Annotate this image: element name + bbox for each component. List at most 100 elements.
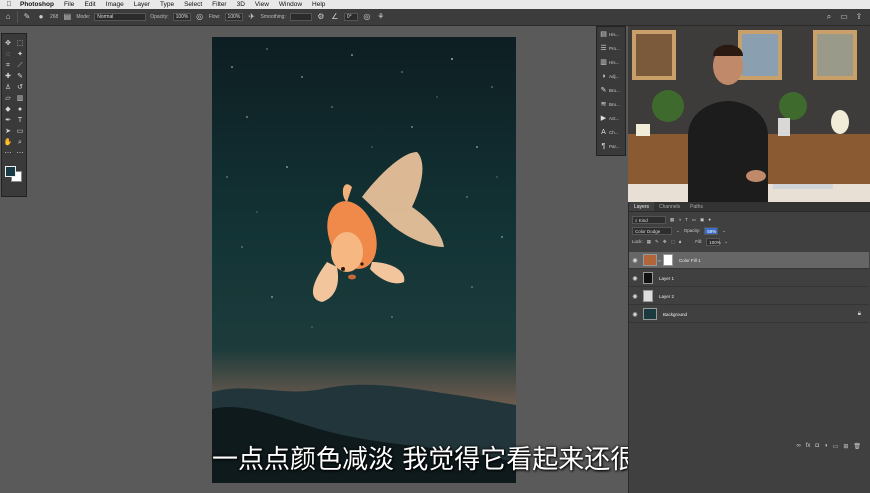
apple-menu-icon[interactable]:  bbox=[0, 1, 18, 8]
lock-position-icon[interactable]: ✥ bbox=[663, 239, 667, 245]
filter-toggle-icon[interactable]: ● bbox=[708, 217, 711, 222]
new-layer-icon[interactable]: ⊞ bbox=[843, 443, 848, 453]
layer-opacity-field[interactable]: 59% bbox=[704, 226, 719, 235]
brush-tool-icon[interactable]: ✎ bbox=[22, 12, 32, 22]
edit-toolbar-icon[interactable]: ⋯ bbox=[2, 148, 14, 159]
panel-history[interactable]: ▤ His... bbox=[597, 27, 625, 41]
delete-layer-icon[interactable]: 🗑︎ bbox=[853, 443, 861, 453]
menu-filter[interactable]: Filter bbox=[207, 1, 231, 8]
filter-kind-select[interactable]: ⌕ Kind bbox=[632, 215, 666, 224]
add-mask-icon[interactable]: ◘ bbox=[815, 443, 819, 453]
filter-type-icon[interactable]: T bbox=[685, 217, 688, 222]
smoothing-settings-icon[interactable]: ⚙ bbox=[316, 12, 326, 22]
layer-mask-thumb[interactable] bbox=[663, 254, 673, 266]
new-adjustment-icon[interactable]: ◑ bbox=[824, 443, 828, 453]
layer-background[interactable]: ◉ Background 🔒︎ bbox=[629, 306, 869, 323]
crop-tool-icon[interactable]: ⌗ bbox=[2, 60, 14, 71]
opacity-dropdown-icon[interactable]: ⌄ bbox=[722, 228, 726, 234]
eraser-tool-icon[interactable]: ▱ bbox=[2, 93, 14, 104]
blend-dropdown-icon[interactable]: ⌄ bbox=[676, 228, 680, 234]
panel-brushes[interactable]: ✎ Bru... bbox=[597, 83, 625, 97]
lock-all-icon[interactable]: 🔒︎ bbox=[679, 239, 681, 244]
symmetry-icon[interactable]: ⚘ bbox=[376, 12, 386, 22]
magic-wand-tool-icon[interactable]: ✦ bbox=[14, 49, 26, 60]
menu-3d[interactable]: 3D bbox=[232, 1, 250, 8]
search-icon[interactable]: ⌕ bbox=[824, 12, 834, 22]
pressure-opacity-icon[interactable]: ◎ bbox=[195, 12, 205, 22]
marquee-tool-icon[interactable]: ⬚ bbox=[14, 38, 26, 49]
menu-type[interactable]: Type bbox=[155, 1, 179, 8]
visibility-icon[interactable]: ◉ bbox=[629, 275, 641, 282]
opacity-field[interactable]: 100% bbox=[172, 13, 191, 21]
type-tool-icon[interactable]: T bbox=[14, 115, 26, 126]
gradient-tool-icon[interactable]: ▥ bbox=[14, 93, 26, 104]
mode-select[interactable]: Normal bbox=[94, 13, 147, 21]
flow-field[interactable]: 100% bbox=[224, 13, 243, 21]
menu-image[interactable]: Image bbox=[101, 1, 129, 8]
panel-character[interactable]: A Ch... bbox=[597, 125, 625, 139]
menu-file[interactable]: File bbox=[59, 1, 79, 8]
panel-brush-settings[interactable]: ≋ Bru... bbox=[597, 97, 625, 111]
filter-smart-icon[interactable]: ▣ bbox=[700, 217, 704, 223]
new-group-icon[interactable]: ▭ bbox=[833, 443, 839, 453]
lasso-tool-icon[interactable]: ◌ bbox=[2, 49, 14, 60]
lock-artboard-icon[interactable]: ⬚ bbox=[671, 239, 675, 245]
menu-edit[interactable]: Edit bbox=[79, 1, 100, 8]
workspace-icon[interactable]: ▭ bbox=[839, 12, 849, 22]
tab-paths[interactable]: Paths bbox=[685, 202, 708, 211]
angle-field[interactable]: 0° bbox=[343, 13, 358, 21]
share-icon[interactable]: ⇪ bbox=[854, 12, 864, 22]
menu-layer[interactable]: Layer bbox=[129, 1, 155, 8]
brush-preset-icon[interactable]: ● bbox=[36, 12, 46, 22]
pressure-size-icon[interactable]: ◎ bbox=[362, 12, 372, 22]
panel-paragraph[interactable]: ¶ Par... bbox=[597, 139, 625, 153]
document-canvas[interactable] bbox=[212, 37, 516, 483]
filter-pixel-icon[interactable]: ▦ bbox=[670, 217, 674, 223]
link-layers-icon[interactable]: ∞ bbox=[796, 443, 800, 453]
brush-panel-icon[interactable]: ▤ bbox=[62, 12, 72, 22]
hand-tool-icon[interactable]: ✋ bbox=[2, 137, 14, 148]
filter-shape-icon[interactable]: ▭ bbox=[692, 217, 696, 223]
menu-help[interactable]: Help bbox=[307, 1, 330, 8]
panel-properties[interactable]: ☰ Pro... bbox=[597, 41, 625, 55]
move-tool-icon[interactable]: ✥ bbox=[2, 38, 14, 49]
airbrush-icon[interactable]: ✈ bbox=[247, 12, 257, 22]
tab-layers[interactable]: Layers bbox=[629, 202, 655, 211]
visibility-icon[interactable]: ◉ bbox=[629, 257, 641, 264]
blur-tool-icon[interactable]: ◆ bbox=[2, 104, 14, 115]
lock-transparent-icon[interactable]: ▦ bbox=[647, 239, 651, 245]
lock-image-icon[interactable]: ✎ bbox=[655, 239, 659, 245]
blend-mode-select[interactable]: Color Dodge bbox=[632, 226, 672, 235]
layer-style-icon[interactable]: fx bbox=[806, 443, 811, 453]
fill-field[interactable]: 100% bbox=[706, 237, 721, 246]
layer-color-fill-1[interactable]: ◉ ∞ Color Fill 1 bbox=[629, 252, 869, 269]
zoom-tool-icon[interactable]: ⌕ bbox=[14, 137, 26, 148]
tab-channels[interactable]: Channels bbox=[654, 202, 685, 211]
pen-tool-icon[interactable]: ✒ bbox=[2, 115, 14, 126]
menu-window[interactable]: Window bbox=[274, 1, 307, 8]
fill-dropdown-icon[interactable]: ⌄ bbox=[724, 239, 728, 245]
panel-adjustments[interactable]: ◑ Adj... bbox=[597, 69, 625, 83]
visibility-icon[interactable]: ◉ bbox=[629, 311, 641, 318]
brush-tool-icon[interactable]: ✎ bbox=[14, 71, 26, 82]
stamp-tool-icon[interactable]: ♙ bbox=[2, 82, 14, 93]
panel-histogram[interactable]: ▥ His... bbox=[597, 55, 625, 69]
panel-actions[interactable]: ▶ Act... bbox=[597, 111, 625, 125]
history-brush-tool-icon[interactable]: ↺ bbox=[14, 82, 26, 93]
path-selection-tool-icon[interactable]: ➤ bbox=[2, 126, 14, 137]
menu-select[interactable]: Select bbox=[179, 1, 207, 8]
eyedropper-tool-icon[interactable]: ⟋ bbox=[14, 60, 26, 71]
brush-size[interactable]: 268 bbox=[50, 14, 58, 20]
layer-layer-2[interactable]: ◉ Layer 2 bbox=[629, 288, 869, 305]
smoothing-field[interactable] bbox=[289, 13, 312, 21]
visibility-icon[interactable]: ◉ bbox=[629, 293, 641, 300]
extra-tool-icon[interactable]: ⋯ bbox=[14, 148, 26, 159]
menu-app[interactable]: Photoshop bbox=[18, 1, 59, 8]
home-icon[interactable]: ⌂ bbox=[3, 12, 13, 22]
filter-adjust-icon[interactable]: ◑ bbox=[678, 217, 681, 222]
layer-layer-1[interactable]: ◉ Layer 1 bbox=[629, 270, 869, 287]
healing-tool-icon[interactable]: ✚ bbox=[2, 71, 14, 82]
menu-view[interactable]: View bbox=[250, 1, 274, 8]
foreground-color-swatch[interactable] bbox=[5, 166, 16, 177]
shape-tool-icon[interactable]: ▭ bbox=[14, 126, 26, 137]
